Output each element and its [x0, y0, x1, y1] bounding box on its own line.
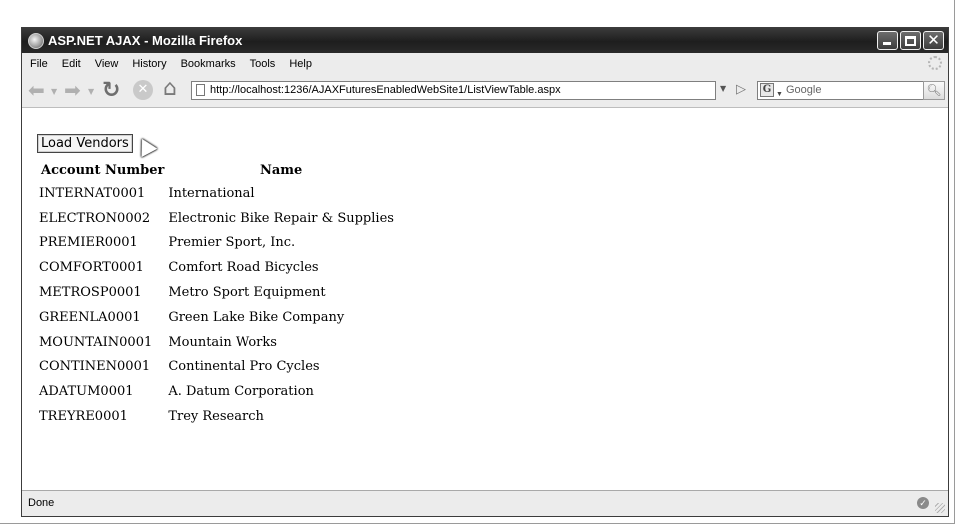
name-cell: A. Datum Corporation: [168, 384, 314, 400]
account-cell: METROSP0001: [39, 285, 142, 301]
table-row: ELECTRON0002 Electronic Bike Repair & Sup…: [39, 206, 398, 231]
menu-file[interactable]: File: [30, 58, 48, 70]
table-row: METROSP0001 Metro Sport Equipment: [39, 280, 398, 305]
menu-help[interactable]: Help: [289, 58, 312, 70]
column-header-name: Name: [259, 162, 303, 178]
page-content: Load Vendors Account Number Name INTERNA…: [22, 108, 948, 490]
home-icon[interactable]: ⌂: [163, 76, 177, 101]
throbber-icon: [928, 56, 942, 70]
maximize-button[interactable]: [900, 31, 921, 50]
table-row: MOUNTAIN0001 Mountain Works: [39, 330, 398, 355]
account-cell: COMFORT0001: [39, 260, 144, 276]
column-header-account-number: Account Number: [41, 162, 165, 178]
url-text: http://localhost:1236/AJAXFuturesEnabled…: [210, 84, 561, 96]
status-check-icon: ✓: [917, 497, 929, 509]
search-box[interactable]: G ▼ Google: [757, 81, 940, 100]
table-row: GREENLA0001 Green Lake Bike Company: [39, 305, 398, 330]
name-cell: Premier Sport, Inc.: [168, 235, 296, 251]
window-controls: ✕: [877, 31, 944, 50]
mouse-pointer-icon: [134, 134, 158, 158]
menu-view[interactable]: View: [95, 58, 119, 70]
resize-grip-icon[interactable]: [935, 503, 945, 513]
page-icon: [196, 84, 205, 96]
firefox-app-icon: [28, 32, 44, 49]
account-cell: MOUNTAIN0001: [39, 334, 153, 350]
account-cell: ELECTRON0002: [39, 210, 151, 226]
name-cell: Metro Sport Equipment: [168, 285, 326, 301]
status-text: Done: [28, 497, 55, 509]
url-dropdown-icon[interactable]: ▼: [720, 84, 726, 93]
forward-arrow-icon[interactable]: ➡: [64, 78, 81, 102]
account-cell: INTERNAT0001: [39, 185, 146, 201]
account-cell: TREYRE0001: [39, 409, 128, 425]
menu-bar: File Edit View History Bookmarks Tools H…: [22, 53, 948, 74]
account-cell: CONTINEN0001: [39, 359, 151, 375]
title-bar: ASP.NET AJAX - Mozilla Firefox ✕: [22, 28, 948, 53]
account-cell: ADATUM0001: [39, 384, 134, 400]
address-bar[interactable]: http://localhost:1236/AJAXFuturesEnabled…: [191, 81, 716, 100]
table-header-row: Account Number Name: [39, 159, 398, 181]
stop-icon[interactable]: ✕: [133, 80, 153, 100]
name-cell: Continental Pro Cycles: [168, 359, 320, 375]
window-title: ASP.NET AJAX - Mozilla Firefox: [48, 33, 243, 48]
close-button[interactable]: ✕: [923, 31, 944, 50]
minimize-button[interactable]: [877, 31, 898, 50]
search-engine-dropdown-icon[interactable]: ▼: [776, 86, 783, 103]
menu-edit[interactable]: Edit: [62, 58, 81, 70]
table-row: PREMIER0001 Premier Sport, Inc.: [39, 231, 398, 256]
search-placeholder: Google: [786, 84, 822, 96]
account-cell: PREMIER0001: [39, 235, 138, 251]
name-cell: Comfort Road Bicycles: [168, 260, 319, 276]
table-row: ADATUM0001 A. Datum Corporation: [39, 379, 398, 404]
forward-history-dropdown-icon[interactable]: ▼: [88, 87, 94, 96]
status-bar: Done ✓: [22, 490, 948, 516]
vendor-table: Account Number Name INTERNAT0001 Internat…: [39, 159, 398, 429]
browser-window: ASP.NET AJAX - Mozilla Firefox ✕ File Ed…: [21, 27, 949, 517]
table-row: COMFORT0001 Comfort Road Bicycles: [39, 255, 398, 280]
back-arrow-icon[interactable]: ⬅: [28, 78, 45, 102]
name-cell: Trey Research: [168, 409, 264, 425]
table-row: CONTINEN0001 Continental Pro Cycles: [39, 355, 398, 380]
go-icon[interactable]: ▷: [736, 82, 746, 97]
load-vendors-button[interactable]: Load Vendors: [37, 134, 133, 153]
name-cell: Green Lake Bike Company: [168, 309, 345, 325]
menu-tools[interactable]: Tools: [250, 58, 276, 70]
back-history-dropdown-icon[interactable]: ▼: [51, 87, 57, 96]
navigation-toolbar: ⬅ ▼ ➡ ▼ ↻ ✕ ⌂ http://localhost:1236/AJAX…: [22, 74, 948, 108]
menu-history[interactable]: History: [132, 58, 166, 70]
google-engine-icon[interactable]: G: [760, 83, 774, 97]
menu-bookmarks[interactable]: Bookmarks: [181, 58, 236, 70]
table-row: TREYRE0001 Trey Research: [39, 404, 398, 429]
reload-icon[interactable]: ↻: [102, 78, 120, 103]
name-cell: International: [168, 185, 255, 201]
name-cell: Electronic Bike Repair & Supplies: [168, 210, 394, 226]
account-cell: GREENLA0001: [39, 309, 141, 325]
magnifier-icon[interactable]: 🔍︎: [923, 81, 945, 100]
table-row: INTERNAT0001 International: [39, 181, 398, 206]
name-cell: Mountain Works: [168, 334, 277, 350]
